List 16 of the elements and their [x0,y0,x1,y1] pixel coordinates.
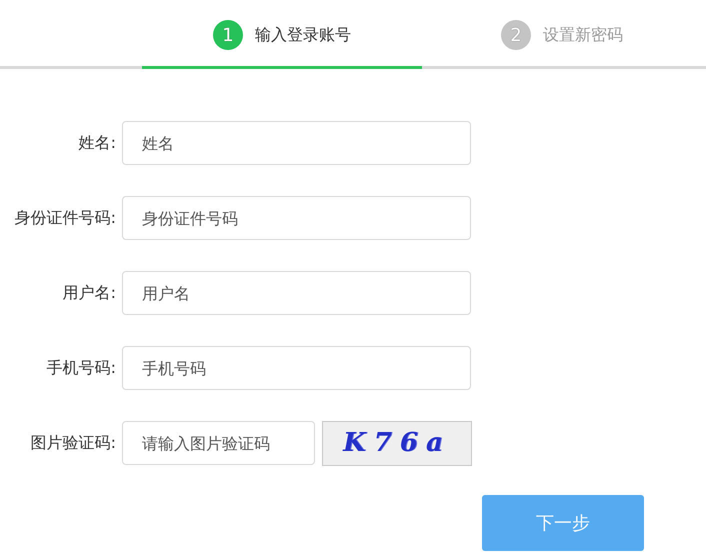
step-tab[interactable]: 1 输入登录账号 [142,0,422,69]
field-label: 手机号码: [46,358,117,378]
input-field[interactable]: 姓名 [122,121,471,165]
captcha-image[interactable]: K76a [322,420,472,466]
field-label: 用户名: [62,282,117,304]
step-number: 2 [501,20,531,50]
step-label: 输入登录账号 [255,24,351,46]
field-label: 姓名: [78,132,117,154]
input-field[interactable]: 用户名 [122,271,471,315]
field-label: 身份证件号码: [14,208,117,228]
step-number: 1 [213,20,243,50]
input-field[interactable]: 手机号码 [122,346,471,390]
input-field[interactable]: 身份证件号码 [122,196,471,240]
step-label: 设置新密码 [543,24,623,46]
input-field[interactable]: 请输入图片验证码 [122,421,315,465]
field-label: 图片验证码: [30,432,117,454]
